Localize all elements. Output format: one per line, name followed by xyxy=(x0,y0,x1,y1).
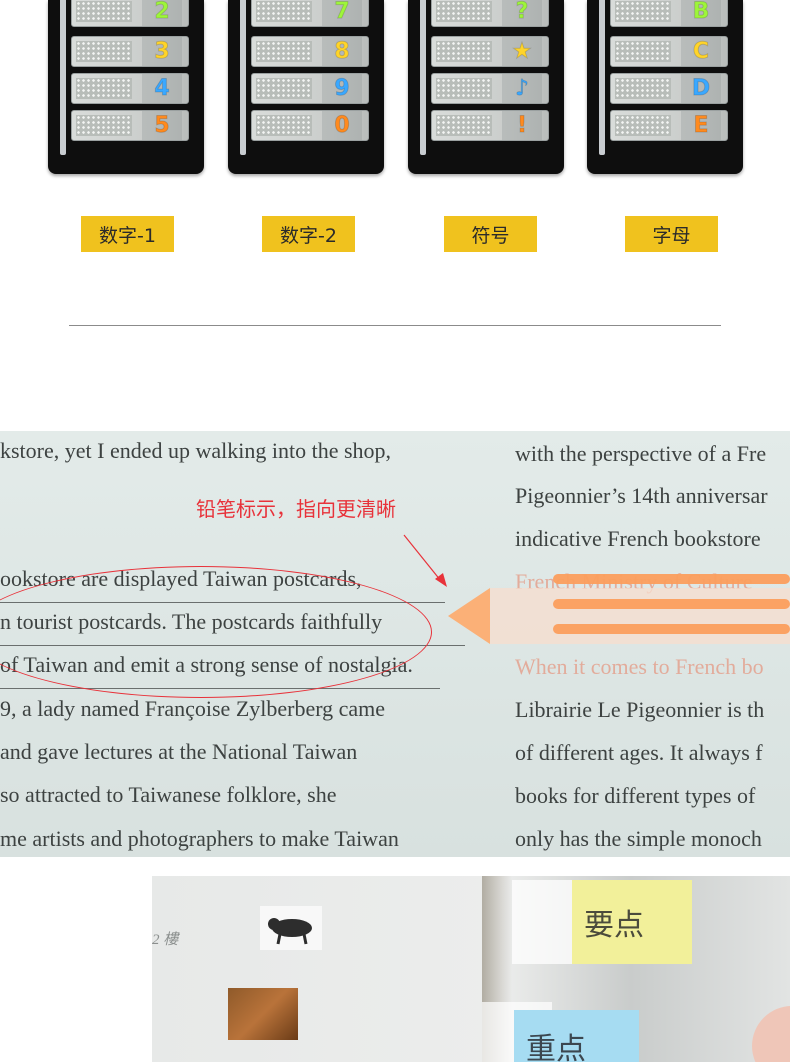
book-text-line: Librairie Le Pigeonnier is th xyxy=(515,697,765,722)
tab-glyph: ★ xyxy=(502,37,542,66)
book-text-line: kstore, yet I ended up walking into the … xyxy=(0,438,392,463)
section-divider xyxy=(69,325,721,326)
variant-label-numbers-2[interactable]: 数字-2 xyxy=(262,216,355,252)
index-tab: B xyxy=(610,0,728,27)
pencil-sticker-stripe xyxy=(553,599,790,609)
index-tab: 2 xyxy=(71,0,189,27)
sticky-note-yellow: 要点 xyxy=(572,880,692,964)
card-rail xyxy=(60,0,66,155)
pencil-sticker-tip xyxy=(448,588,490,644)
tab-glyph: ♪ xyxy=(502,74,542,103)
tab-write-area xyxy=(436,78,492,99)
card-rail xyxy=(599,0,605,155)
book-text-line: When it comes to French bo xyxy=(515,654,764,679)
tab-glyph: D xyxy=(681,74,721,103)
book-text-line: indicative French bookstore xyxy=(515,526,761,551)
sticky-note-photo: 2 樓 要点 重点 xyxy=(152,876,790,1062)
annotation-caption: 铅笔标示，指向更清晰 xyxy=(196,497,396,521)
index-tab: ★ xyxy=(431,36,549,67)
ox-icon xyxy=(268,918,312,945)
book-text-line: books for different types of xyxy=(515,783,756,808)
tab-write-area xyxy=(615,78,671,99)
tab-write-area xyxy=(436,41,492,62)
index-tab: 3 xyxy=(71,36,189,67)
book-text-line: so attracted to Taiwanese folklore, she xyxy=(0,782,337,807)
annotation-oval xyxy=(0,566,432,698)
tab-glyph: 5 xyxy=(142,111,182,140)
pencil-sticker-stripe xyxy=(553,574,790,584)
index-tab: 7 xyxy=(251,0,369,27)
index-tab: ♪ xyxy=(431,73,549,104)
tab-write-area xyxy=(76,115,132,136)
tab-write-area xyxy=(436,115,492,136)
tab-glyph: 4 xyxy=(142,74,182,103)
tab-write-area xyxy=(615,1,671,22)
tab-write-area xyxy=(615,115,671,136)
variant-label-letters[interactable]: 字母 xyxy=(625,216,718,252)
book-text-line: only has the simple monoch xyxy=(515,826,762,851)
index-tab: ? xyxy=(431,0,549,27)
book-text-line: me artists and photographers to make Tai… xyxy=(0,826,399,851)
note-handwriting: 要点 xyxy=(584,908,644,943)
sticky-note-blue: 重点 xyxy=(514,1010,639,1062)
book-text-line: of different ages. It always f xyxy=(515,740,763,765)
variant-label-symbols[interactable]: 符号 xyxy=(444,216,537,252)
card-rail xyxy=(420,0,426,155)
tab-write-area xyxy=(615,41,671,62)
tab-glyph: 8 xyxy=(322,37,362,66)
tab-glyph: C xyxy=(681,37,721,66)
index-tab: D xyxy=(610,73,728,104)
index-tab: E xyxy=(610,110,728,141)
index-tab: 0 xyxy=(251,110,369,141)
tab-write-area xyxy=(256,78,312,99)
product-card-symbols: ? ★ ♪! xyxy=(408,0,564,174)
tab-glyph: B xyxy=(681,0,721,26)
note-handwriting: 重点 xyxy=(526,1032,586,1062)
pencil-sticker-body xyxy=(490,588,790,644)
hand-finger xyxy=(752,1006,790,1062)
tab-write-area xyxy=(76,78,132,99)
page-label: 2 樓 xyxy=(152,932,179,948)
index-tab: ! xyxy=(431,110,549,141)
tab-write-area xyxy=(256,115,312,136)
product-card-numbers-1: 2 3 4 5 xyxy=(48,0,204,174)
index-tab: 9 xyxy=(251,73,369,104)
tab-glyph: ! xyxy=(502,111,542,140)
product-card-letters: BCDE xyxy=(587,0,743,174)
index-tab: 4 xyxy=(71,73,189,104)
tab-glyph: 2 xyxy=(142,0,182,26)
book-photo: kstore, yet I ended up walking into the … xyxy=(0,431,790,857)
product-card-numbers-2: 7 8 9 0 xyxy=(228,0,384,174)
tab-write-area xyxy=(76,1,132,22)
book-text-line: 9, a lady named Françoise Zylberberg cam… xyxy=(0,696,386,721)
art-thumbnail xyxy=(228,988,298,1040)
book-text-line: with the perspective of a Fre xyxy=(515,441,767,466)
tab-write-area xyxy=(436,1,492,22)
tab-glyph: 0 xyxy=(322,111,362,140)
card-rail xyxy=(240,0,246,155)
tab-write-area xyxy=(256,41,312,62)
index-tab: 5 xyxy=(71,110,189,141)
tab-glyph: 3 xyxy=(142,37,182,66)
tab-glyph: E xyxy=(681,111,721,140)
variant-label-numbers-1[interactable]: 数字-1 xyxy=(81,216,174,252)
tab-write-area xyxy=(256,1,312,22)
pencil-sticker-stripe xyxy=(553,624,790,634)
tab-glyph: 7 xyxy=(322,0,362,26)
tab-glyph: ? xyxy=(502,0,542,26)
book-text-line: and gave lectures at the National Taiwan xyxy=(0,739,358,764)
tab-glyph: 9 xyxy=(322,74,362,103)
book-text-line: Pigeonnier’s 14th anniversar xyxy=(515,483,768,508)
animal-illustration xyxy=(260,906,322,950)
index-tab: C xyxy=(610,36,728,67)
index-tab: 8 xyxy=(251,36,369,67)
tab-write-area xyxy=(76,41,132,62)
